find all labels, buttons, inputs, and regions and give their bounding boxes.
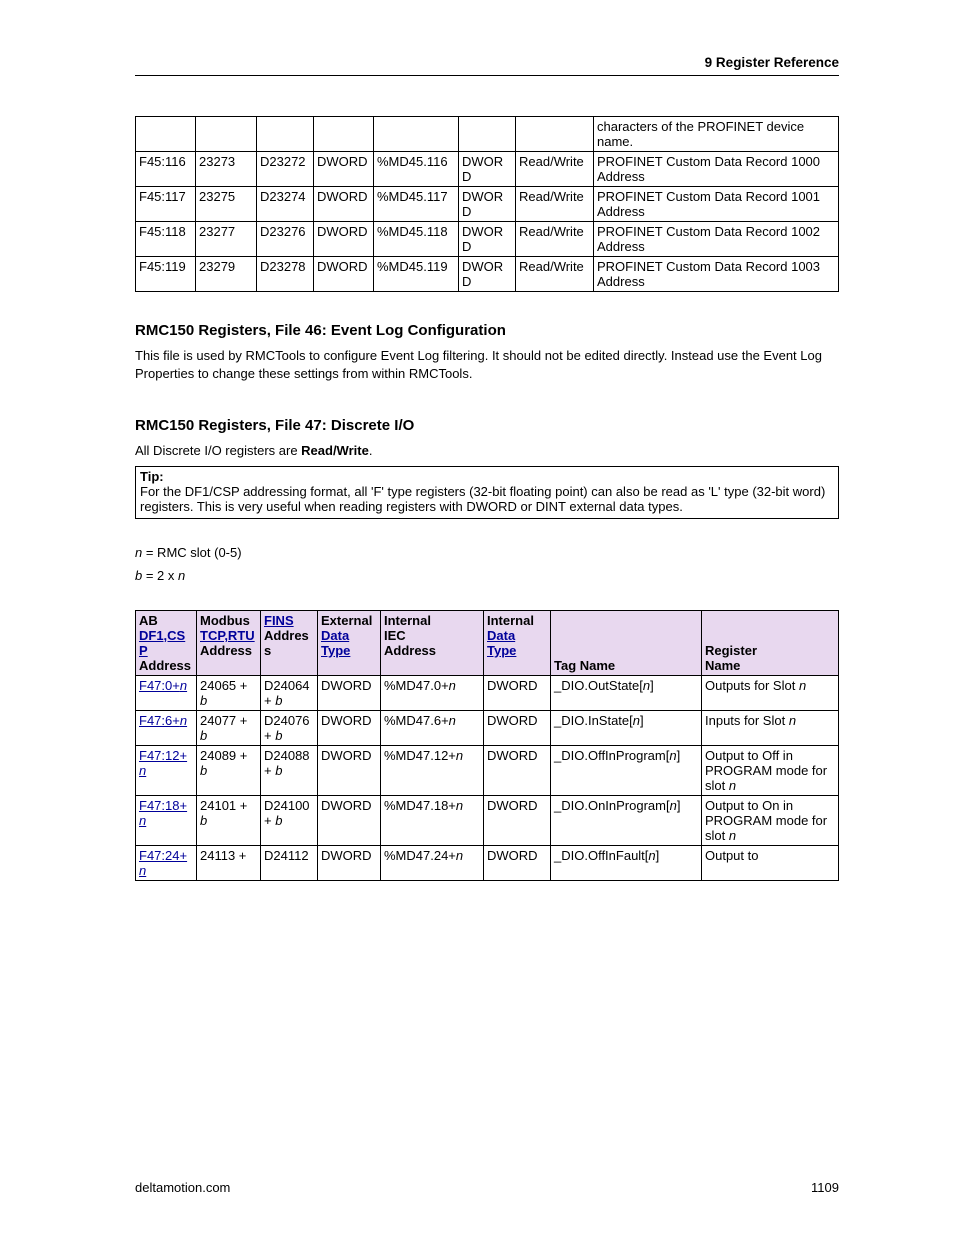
- page-footer: deltamotion.com 1109: [135, 1180, 839, 1195]
- tip-box: Tip: For the DF1/CSP addressing format, …: [135, 466, 839, 519]
- col-register-name: Register Name: [702, 610, 839, 675]
- col-tag-name: Tag Name: [551, 610, 702, 675]
- running-header: 9 Register Reference: [135, 55, 839, 76]
- footer-right: 1109: [811, 1180, 839, 1195]
- page-content: 9 Register Reference characters of the P…: [0, 0, 954, 881]
- col-fins: FINS Address: [261, 610, 318, 675]
- table-file47: AB DF1,CSP Address Modbus TCP,RTU Addres…: [135, 610, 839, 881]
- formula-b: b = 2 x n: [135, 567, 839, 585]
- col-modbus: Modbus TCP,RTU Address: [197, 610, 261, 675]
- table-row: F47:18+n24101 + bD24100 + bDWORD%MD47.18…: [136, 795, 839, 845]
- col-internal-data-type: Internal Data Type: [484, 610, 551, 675]
- table-file45: characters of the PROFINET device name. …: [135, 116, 839, 292]
- table-row: F45:11623273D23272DWORD%MD45.116DWORDRea…: [136, 152, 839, 187]
- footer-left: deltamotion.com: [135, 1180, 230, 1195]
- tip-label: Tip:: [140, 469, 164, 484]
- table-row: F45:11723275D23274DWORD%MD45.117DWORDRea…: [136, 187, 839, 222]
- table-row: F47:0+n24065 + bD24064 + bDWORD%MD47.0+n…: [136, 675, 839, 710]
- table-row-top-partial: characters of the PROFINET device name.: [136, 117, 839, 152]
- table-row: F45:11923279D23278DWORD%MD45.119DWORDRea…: [136, 257, 839, 292]
- table-row: F47:24+n24113 + D24112DWORD%MD47.24+nDWO…: [136, 845, 839, 880]
- table-row: F47:12+n24089 + bD24088 + bDWORD%MD47.12…: [136, 745, 839, 795]
- table-row: F45:11823277D23276DWORD%MD45.118DWORDRea…: [136, 222, 839, 257]
- tip-body: For the DF1/CSP addressing format, all '…: [140, 484, 825, 514]
- table-row: F47:6+n24077 + bD24076 + bDWORD%MD47.6+n…: [136, 710, 839, 745]
- col-internal-iec: Internal IEC Address: [381, 610, 484, 675]
- table-header-row: AB DF1,CSP Address Modbus TCP,RTU Addres…: [136, 610, 839, 675]
- cell-desc: characters of the PROFINET device name.: [594, 117, 839, 152]
- section-heading-file46: RMC150 Registers, File 46: Event Log Con…: [135, 322, 839, 339]
- section-heading-file47: RMC150 Registers, File 47: Discrete I/O: [135, 417, 839, 434]
- paragraph-file47-intro: All Discrete I/O registers are Read/Writ…: [135, 442, 839, 460]
- col-ab: AB DF1,CSP Address: [136, 610, 197, 675]
- paragraph-file46: This file is used by RMCTools to configu…: [135, 347, 839, 382]
- col-external-data-type: External Data Type: [318, 610, 381, 675]
- formula-n: n = RMC slot (0-5): [135, 544, 839, 562]
